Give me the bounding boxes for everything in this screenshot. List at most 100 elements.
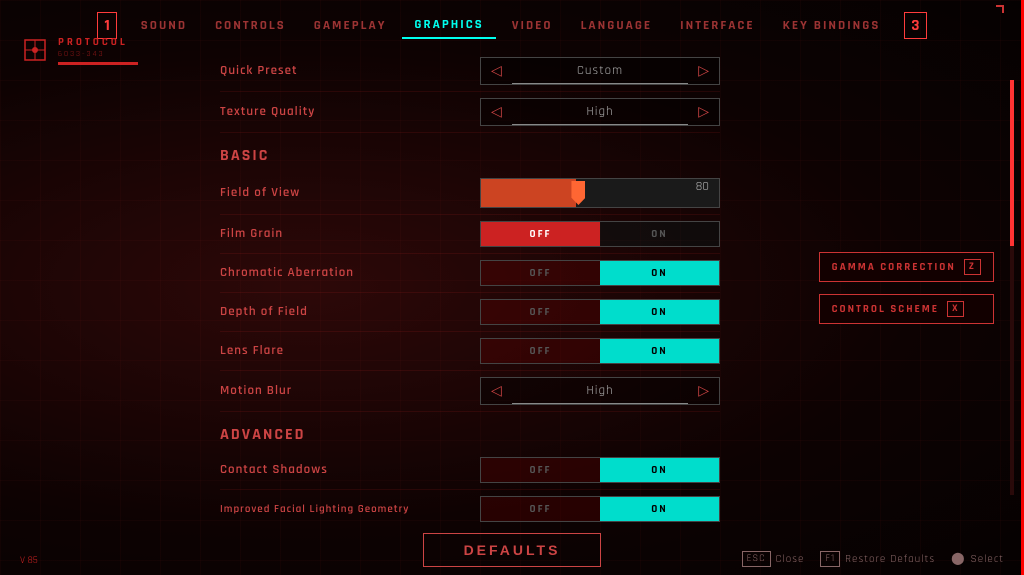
chrom-aber-toggle[interactable]: OFF ON [480,260,720,286]
quick-preset-selector[interactable]: ◁ Custom ▷ [480,57,720,85]
fov-row: Field of View 80 [220,172,720,215]
depth-field-toggle[interactable]: OFF ON [480,299,720,325]
film-grain-toggle[interactable]: OFF ON [480,221,720,247]
control-key-badge: X [947,301,964,317]
texture-quality-value: High [512,100,688,125]
chrom-aber-control: OFF ON [480,260,720,286]
nav-item-language[interactable]: LANGUAGE [569,14,665,38]
motion-blur-row: Motion Blur ◁ High ▷ [220,371,720,412]
chrom-aber-row: Chromatic Aberration OFF ON [220,254,720,293]
depth-field-label: Depth of Field [220,304,420,320]
contact-shadows-off[interactable]: OFF [481,458,600,482]
texture-quality-selector[interactable]: ◁ High ▷ [480,98,720,126]
top-nav: 1 SOUND CONTROLS GAMEPLAY GRAPHICS VIDEO… [0,0,1024,51]
motion-blur-right-arrow[interactable]: ▷ [688,378,719,404]
settings-panel: Quick Preset ◁ Custom ▷ Texture Quality … [220,51,740,525]
texture-quality-left-arrow[interactable]: ◁ [481,99,512,125]
film-grain-on[interactable]: ON [600,222,719,246]
motion-blur-control: ◁ High ▷ [480,377,720,405]
section-basic: Basic [220,133,720,172]
film-grain-off[interactable]: OFF [481,222,600,246]
facial-lighting-toggle[interactable]: OFF ON [480,496,720,522]
motion-blur-left-arrow[interactable]: ◁ [481,378,512,404]
main-container: 1 SOUND CONTROLS GAMEPLAY GRAPHICS VIDEO… [0,0,1024,575]
logo-bar [58,62,138,65]
motion-blur-selector[interactable]: ◁ High ▷ [480,377,720,405]
footer-left: V 85 [20,555,38,567]
film-grain-control: OFF ON [480,221,720,247]
facial-lighting-control: OFF ON [480,496,720,522]
control-scheme-label: CONTROL SCHEME [832,302,939,316]
quick-preset-row: Quick Preset ◁ Custom ▷ [220,51,720,92]
chrom-aber-off[interactable]: OFF [481,261,600,285]
scroll-track[interactable] [1010,80,1014,495]
depth-field-control: OFF ON [480,299,720,325]
nav-item-controls[interactable]: CONTROLS [203,14,298,38]
fov-label: Field of View [220,185,420,201]
quick-preset-label: Quick Preset [220,63,420,79]
lens-flare-on[interactable]: ON [600,339,719,363]
restore-label: Restore Defaults [845,552,935,566]
gamma-key-badge: Z [964,259,981,275]
version-number: 85 [28,555,38,567]
lens-flare-off[interactable]: OFF [481,339,600,363]
quick-preset-left-arrow[interactable]: ◁ [481,58,512,84]
depth-field-row: Depth of Field OFF ON [220,293,720,332]
logo-subtitle: 6033-343 [58,49,138,59]
defaults-button[interactable]: DEFAULTS [423,533,602,567]
motion-blur-label: Motion Blur [220,383,420,399]
gamma-correction-label: GAMMA CORRECTION [832,260,956,274]
contact-shadows-control: OFF ON [480,457,720,483]
footer-hints: ESC Close F1 Restore Defaults ⬤ Select [742,551,1004,567]
contact-shadows-row: Contact Shadows OFF ON [220,451,720,490]
gamma-correction-button[interactable]: GAMMA CORRECTION Z [819,252,994,282]
texture-quality-control: ◁ High ▷ [480,98,720,126]
film-grain-label: Film Grain [220,226,420,242]
fov-handle[interactable] [571,181,585,205]
motion-blur-value: High [512,379,688,404]
nav-item-graphics[interactable]: GRAPHICS [402,13,495,39]
logo-text: PROTOCOL 6033-343 [58,35,138,65]
nav-item-gameplay[interactable]: GAMEPLAY [302,14,399,38]
depth-field-off[interactable]: OFF [481,300,600,324]
close-key: ESC [742,551,771,567]
texture-quality-right-arrow[interactable]: ▷ [688,99,719,125]
logo-title: PROTOCOL [58,35,138,49]
fov-slider[interactable]: 80 [480,178,720,208]
nav-item-video[interactable]: VIDEO [500,14,565,38]
facial-lighting-on[interactable]: ON [600,497,719,521]
contact-shadows-toggle[interactable]: OFF ON [480,457,720,483]
fov-value: 80 [696,179,709,195]
lens-flare-row: Lens Flare OFF ON [220,332,720,371]
quick-preset-right-arrow[interactable]: ▷ [688,58,719,84]
control-scheme-button[interactable]: CONTROL SCHEME X [819,294,994,324]
logo-area: PROTOCOL 6033-343 [20,35,138,65]
restore-key: F1 [820,551,840,567]
nav-item-sound[interactable]: SOUND [129,14,199,38]
lens-flare-label: Lens Flare [220,343,420,359]
close-label: Close [776,552,805,566]
contact-shadows-on[interactable]: ON [600,458,719,482]
lens-flare-toggle[interactable]: OFF ON [480,338,720,364]
logo-icon [20,35,50,65]
restore-hint: F1 Restore Defaults [820,551,935,567]
facial-lighting-off[interactable]: OFF [481,497,600,521]
select-hint: ⬤ Select [951,551,1004,567]
texture-quality-row: Texture Quality ◁ High ▷ [220,92,720,133]
fov-control: 80 [480,178,720,208]
chrom-aber-on[interactable]: ON [600,261,719,285]
select-icon: ⬤ [951,551,965,567]
depth-field-on[interactable]: ON [600,300,719,324]
nav-item-interface[interactable]: INTERFACE [668,14,767,38]
facial-lighting-label: Improved Facial Lighting Geometry [220,502,420,516]
lens-flare-control: OFF ON [480,338,720,364]
bottom-bar: DEFAULTS [0,525,1024,575]
version-v: V [20,555,25,567]
nav-bracket-right: 3 [904,12,926,39]
nav-item-keybindings[interactable]: KEY BINDINGS [771,14,893,38]
scroll-thumb[interactable] [1010,80,1014,246]
corner-decoration [996,5,1004,13]
facial-lighting-row: Improved Facial Lighting Geometry OFF ON [220,490,720,525]
chrom-aber-label: Chromatic Aberration [220,265,420,281]
film-grain-row: Film Grain OFF ON [220,215,720,254]
